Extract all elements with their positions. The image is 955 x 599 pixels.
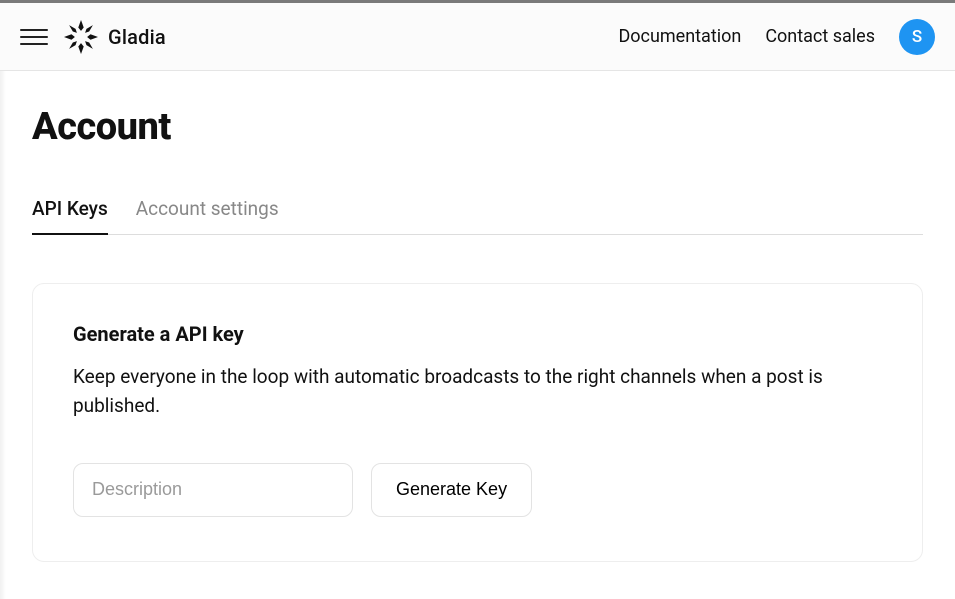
- generate-api-key-card: Generate a API key Keep everyone in the …: [32, 283, 923, 562]
- card-description: Keep everyone in the loop with automatic…: [73, 362, 873, 421]
- tab-account-settings[interactable]: Account settings: [136, 185, 279, 234]
- top-nav: Gladia Documentation Contact sales S: [0, 3, 955, 71]
- documentation-link[interactable]: Documentation: [618, 26, 741, 47]
- brand[interactable]: Gladia: [64, 20, 166, 54]
- brand-name: Gladia: [108, 25, 166, 49]
- card-title: Generate a API key: [73, 322, 882, 346]
- left-edge-shadow: [0, 71, 6, 599]
- generate-key-button[interactable]: Generate Key: [371, 463, 532, 517]
- contact-sales-link[interactable]: Contact sales: [765, 26, 875, 47]
- menu-icon[interactable]: [20, 23, 48, 51]
- tab-api-keys[interactable]: API Keys: [32, 185, 108, 234]
- description-input[interactable]: [73, 463, 353, 517]
- tabs: API Keys Account settings: [32, 185, 923, 235]
- avatar[interactable]: S: [899, 19, 935, 55]
- page-title: Account: [32, 105, 923, 149]
- main-content: Account API Keys Account settings Genera…: [0, 71, 955, 562]
- gladia-logo-icon: [64, 20, 98, 54]
